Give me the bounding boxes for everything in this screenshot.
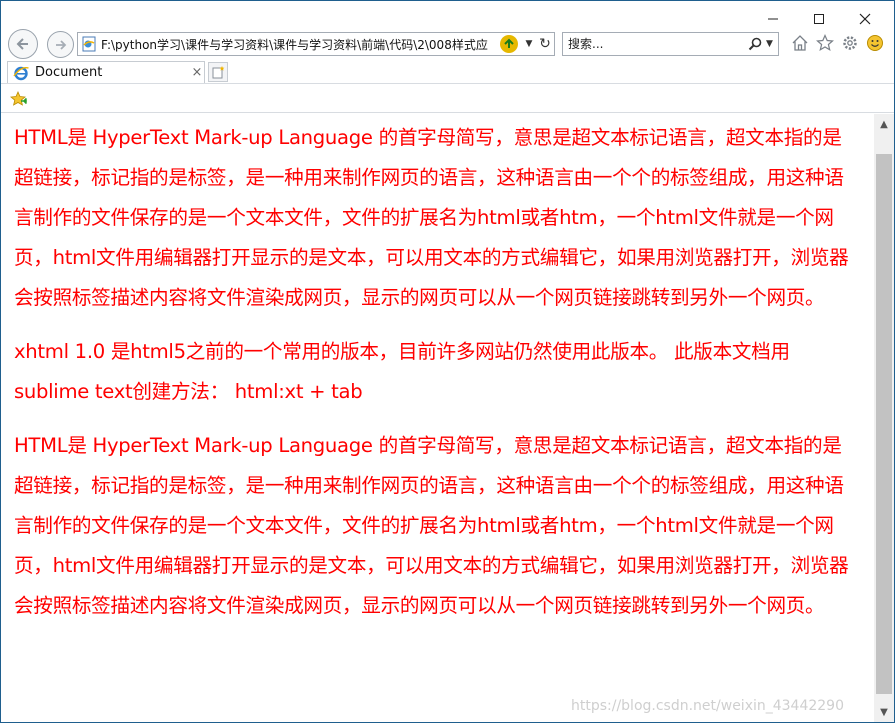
paragraph-xhtml: xhtml 1.0 是html5之前的一个常用的版本，目前许多网站仍然使用此版本…: [14, 340, 790, 403]
forward-button[interactable]: [47, 31, 74, 58]
address-dropdown-icon[interactable]: ▼: [522, 39, 536, 49]
back-button[interactable]: [8, 29, 38, 59]
paragraph-html-intro: HTML是 HyperText Mark-up Language 的首字母简写，…: [14, 126, 849, 309]
tab-strip: Document ×: [1, 61, 894, 83]
tab-document[interactable]: Document ×: [7, 61, 205, 83]
address-url[interactable]: F:\python学习\课件与学习资料\课件与学习资料\前端\代码\2\008样…: [101, 36, 496, 53]
star-icon[interactable]: [815, 33, 835, 53]
watermark: https://blog.csdn.net/weixin_43442290: [570, 698, 844, 714]
scroll-down-icon[interactable]: ▼: [874, 702, 894, 722]
add-favorite-icon[interactable]: [10, 90, 28, 108]
gear-icon[interactable]: [840, 33, 860, 53]
home-icon[interactable]: [790, 33, 810, 53]
new-tab-icon: [212, 66, 225, 79]
gear-glyph: [843, 36, 857, 50]
smiley-icon[interactable]: [865, 33, 885, 53]
scrollbar-thumb[interactable]: [876, 154, 892, 694]
navigation-bar: F:\python学习\课件与学习资料\课件与学习资料\前端\代码\2\008样…: [1, 27, 894, 61]
tab-close-icon[interactable]: ×: [190, 65, 204, 80]
star-glyph: [816, 34, 834, 52]
magnifier-icon: [748, 37, 762, 51]
search-dropdown-icon[interactable]: ▼: [766, 39, 778, 49]
minimize-icon: [768, 18, 778, 20]
ie-logo-icon: [13, 66, 29, 80]
page-icon: [82, 36, 96, 52]
maximize-icon: [814, 14, 824, 24]
tab-title: Document: [35, 65, 103, 80]
browser-window: F:\python学习\课件与学习资料\课件与学习资料\前端\代码\2\008样…: [0, 0, 895, 723]
close-icon: [859, 13, 871, 25]
scroll-up-icon[interactable]: ▲: [874, 114, 894, 134]
search-icon[interactable]: [744, 37, 766, 51]
toolbar-icons: [790, 33, 885, 53]
home-glyph: [792, 35, 808, 51]
favorites-bar: [1, 83, 894, 113]
refresh-icon[interactable]: ↻: [536, 36, 554, 52]
search-box[interactable]: ▼: [562, 32, 779, 56]
new-tab-button[interactable]: [208, 62, 228, 82]
page-content: HTML是 HyperText Mark-up Language 的首字母简写，…: [1, 114, 874, 722]
search-input[interactable]: [568, 37, 744, 51]
forward-arrow-icon: [55, 39, 66, 50]
paragraph-html-intro-repeat: HTML是 HyperText Mark-up Language 的首字母简写，…: [14, 434, 849, 617]
address-bar[interactable]: F:\python学习\课件与学习资料\课件与学习资料\前端\代码\2\008样…: [77, 32, 555, 56]
smiley-glyph: [867, 35, 883, 51]
compat-arrow-icon: [504, 38, 514, 48]
compatibility-view-icon[interactable]: [500, 35, 518, 53]
vertical-scrollbar[interactable]: ▲ ▼: [874, 114, 894, 722]
back-arrow-icon: [16, 38, 28, 50]
